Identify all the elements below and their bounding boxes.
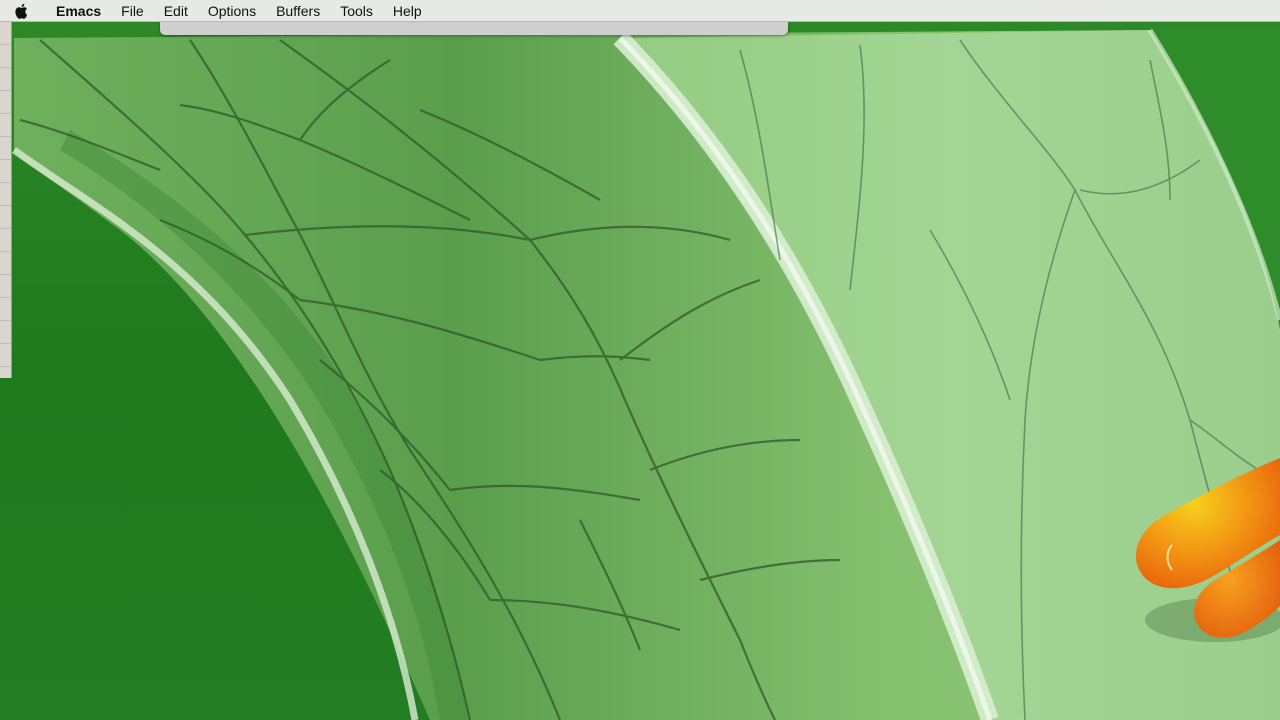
desktop-wallpaper (0, 0, 1280, 720)
menu-options[interactable]: Options (198, 0, 266, 22)
menu-edit[interactable]: Edit (154, 0, 198, 22)
emacs-window-titlebar-edge[interactable] (160, 22, 788, 35)
apple-icon[interactable] (0, 0, 42, 22)
menu-app-name[interactable]: Emacs (42, 0, 111, 22)
background-window-edge[interactable] (0, 22, 12, 378)
menu-bar: Emacs File Edit Options Buffers Tools He… (0, 0, 1280, 22)
menu-tools[interactable]: Tools (330, 0, 383, 22)
menu-file[interactable]: File (111, 0, 154, 22)
menu-buffers[interactable]: Buffers (266, 0, 330, 22)
desktop: Emacs File Edit Options Buffers Tools He… (0, 0, 1280, 720)
menu-help[interactable]: Help (383, 0, 432, 22)
